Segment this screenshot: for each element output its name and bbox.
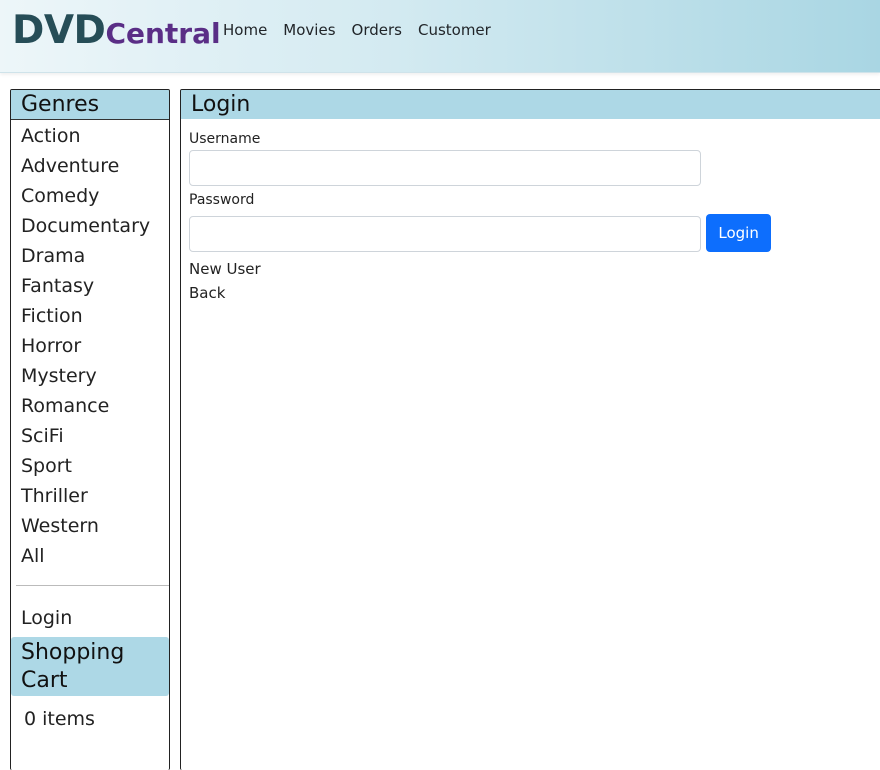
genre-item-mystery[interactable]: Mystery bbox=[11, 361, 169, 391]
genre-item-horror[interactable]: Horror bbox=[11, 331, 169, 361]
back-link[interactable]: Back bbox=[189, 281, 880, 305]
cart-item-count: 0 items bbox=[24, 708, 95, 730]
genre-item-all[interactable]: All bbox=[11, 541, 169, 571]
site-header: DVDCentral Home Movies Orders Customer bbox=[0, 0, 880, 73]
top-nav: Home Movies Orders Customer bbox=[223, 20, 507, 40]
genre-item-adventure[interactable]: Adventure bbox=[11, 151, 169, 181]
genre-item-action[interactable]: Action bbox=[11, 121, 169, 151]
username-label: Username bbox=[189, 131, 261, 147]
genre-list: Action Adventure Comedy Documentary Dram… bbox=[11, 121, 169, 571]
logo-central-text: Central bbox=[105, 17, 221, 50]
sidebar: Genres Action Adventure Comedy Documenta… bbox=[10, 89, 170, 770]
shopping-cart-heading: Shopping Cart bbox=[11, 637, 169, 696]
genre-item-drama[interactable]: Drama bbox=[11, 241, 169, 271]
genre-item-scifi[interactable]: SciFi bbox=[11, 421, 169, 451]
nav-home[interactable]: Home bbox=[223, 20, 267, 40]
site-logo[interactable]: DVDCentral bbox=[12, 8, 221, 53]
login-button[interactable]: Login bbox=[706, 214, 772, 252]
genre-item-documentary[interactable]: Documentary bbox=[11, 211, 169, 241]
genre-item-fiction[interactable]: Fiction bbox=[11, 301, 169, 331]
genre-item-comedy[interactable]: Comedy bbox=[11, 181, 169, 211]
genre-item-thriller[interactable]: Thriller bbox=[11, 481, 169, 511]
password-label: Password bbox=[189, 192, 255, 208]
genre-item-fantasy[interactable]: Fantasy bbox=[11, 271, 169, 301]
username-input[interactable] bbox=[189, 150, 701, 186]
genre-item-western[interactable]: Western bbox=[11, 511, 169, 541]
nav-customer[interactable]: Customer bbox=[418, 20, 491, 40]
genres-heading: Genres bbox=[11, 90, 169, 120]
login-form: Username Password Login New User Back bbox=[181, 119, 880, 305]
sidebar-divider bbox=[16, 585, 169, 586]
sidebar-login-link[interactable]: Login bbox=[11, 603, 169, 633]
genre-item-sport[interactable]: Sport bbox=[11, 451, 169, 481]
main-panel: Login Username Password Login New User B… bbox=[180, 89, 880, 770]
nav-orders[interactable]: Orders bbox=[352, 20, 402, 40]
genre-item-romance[interactable]: Romance bbox=[11, 391, 169, 421]
new-user-link[interactable]: New User bbox=[189, 257, 880, 281]
password-input[interactable] bbox=[189, 216, 701, 252]
page-title: Login bbox=[181, 90, 880, 119]
nav-movies[interactable]: Movies bbox=[283, 20, 335, 40]
logo-dvd-text: DVD bbox=[12, 8, 106, 53]
